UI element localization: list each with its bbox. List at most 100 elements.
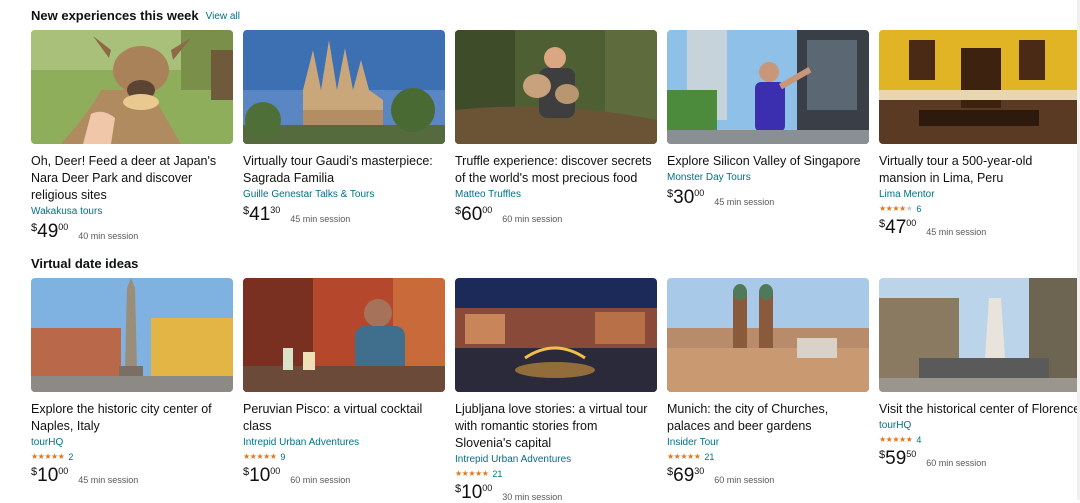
card-title[interactable]: Munich: the city of Churches, palaces an… — [667, 401, 869, 435]
price-fraction: 00 — [58, 466, 69, 476]
experience-card: Virtually tour a 500-year-old mansion in… — [879, 30, 1080, 242]
lima-mansion-photo[interactable] — [879, 30, 1080, 144]
star-rating[interactable]: ★★★★★ 2 — [31, 450, 233, 463]
review-count[interactable]: 9 — [280, 452, 285, 462]
vendor-link[interactable]: Guille Genestar Talks & Tours — [243, 188, 445, 202]
card-title[interactable]: Peruvian Pisco: a virtual cocktail class — [243, 401, 445, 435]
vendor-link[interactable]: Intrepid Urban Adventures — [243, 436, 445, 450]
experience-card: Truffle experience: discover secrets of … — [455, 30, 657, 242]
card-title[interactable]: Ljubljana love stories: a virtual tour w… — [455, 401, 657, 452]
price-fraction: 00 — [906, 218, 917, 228]
review-count[interactable]: 4 — [916, 435, 921, 445]
experience-card: Explore the historic city center of Napl… — [31, 278, 233, 503]
view-all-link[interactable]: View all — [206, 11, 240, 22]
price: $ 47 00 45 min session — [879, 216, 1080, 238]
price-fraction: 00 — [482, 483, 493, 493]
price-whole: 49 — [37, 221, 59, 242]
price: $ 69 30 60 min session — [667, 464, 869, 486]
price: $ 49 00 40 min session — [31, 220, 233, 242]
price-whole: 10 — [37, 465, 59, 486]
review-count[interactable]: 21 — [492, 469, 502, 479]
deer-feeding-photo[interactable] — [31, 30, 233, 144]
price-whole: 10 — [461, 482, 483, 503]
card-title[interactable]: Explore the historic city center of Napl… — [31, 401, 233, 435]
price-whole: 59 — [885, 448, 907, 469]
card-title[interactable]: Virtually tour a 500-year-old mansion in… — [879, 153, 1080, 187]
card-carousel: Oh, Deer! Feed a deer at Japan's Nara De… — [31, 30, 1080, 242]
session-length: 45 min session — [714, 197, 775, 207]
pisco-bartender-photo[interactable] — [243, 278, 445, 392]
session-length: 60 min session — [290, 475, 351, 485]
session-length: 30 min session — [502, 492, 563, 502]
singapore-guide-photo[interactable] — [667, 30, 869, 144]
star-rating[interactable]: ★★★★★ 21 — [667, 450, 869, 463]
price: $ 10 00 45 min session — [31, 464, 233, 486]
price: $ 59 50 60 min session — [879, 447, 1080, 469]
price-whole: 69 — [673, 465, 695, 486]
price-whole: 60 — [461, 204, 483, 225]
price: $ 30 00 45 min session — [667, 186, 869, 208]
section-new-experiences: New experiences this week View all Oh, D… — [31, 0, 1080, 242]
price-whole: 30 — [673, 187, 695, 208]
vendor-link[interactable]: Monster Day Tours — [667, 171, 869, 185]
price-fraction: 00 — [58, 222, 69, 232]
section-virtual-date-ideas: Virtual date ideas Explore the historic … — [31, 248, 1080, 503]
experience-card: Ljubljana love stories: a virtual tour w… — [455, 278, 657, 503]
ljubljana-night-photo[interactable] — [455, 278, 657, 392]
star-icons: ★★★★★ — [31, 452, 65, 461]
section-header: Virtual date ideas — [31, 248, 1080, 278]
experience-card: Munich: the city of Churches, palaces an… — [667, 278, 869, 503]
munich-skyline-photo[interactable] — [667, 278, 869, 392]
vendor-link[interactable]: Matteo Truffles — [455, 188, 657, 202]
vendor-link[interactable]: tourHQ — [879, 419, 1080, 433]
price: $ 10 00 60 min session — [243, 464, 445, 486]
star-rating[interactable]: ★★★★★ 21 — [455, 467, 657, 480]
price-fraction: 30 — [270, 205, 281, 215]
session-length: 45 min session — [926, 227, 987, 237]
card-carousel: Explore the historic city center of Napl… — [31, 278, 1080, 503]
experience-card: Oh, Deer! Feed a deer at Japan's Nara De… — [31, 30, 233, 242]
florence-fountain-photo[interactable] — [879, 278, 1080, 392]
session-length: 45 min session — [78, 475, 139, 485]
price-fraction: 30 — [694, 466, 705, 476]
vendor-link[interactable]: tourHQ — [31, 436, 233, 450]
vendor-link[interactable]: Intrepid Urban Adventures — [455, 453, 657, 467]
price: $ 60 00 60 min session — [455, 203, 657, 225]
vendor-link[interactable]: Wakakusa tours — [31, 205, 233, 219]
experience-card: Visit the historical center of Florence … — [879, 278, 1080, 503]
star-icons: ★★★★★ — [879, 435, 913, 444]
card-title[interactable]: Virtually tour Gaudi's masterpiece: Sagr… — [243, 153, 445, 187]
section-title: New experiences this week — [31, 7, 199, 23]
experience-card: Peruvian Pisco: a virtual cocktail class… — [243, 278, 445, 503]
star-rating[interactable]: ★★★★★ 9 — [243, 450, 445, 463]
section-title: Virtual date ideas — [31, 255, 139, 271]
review-count[interactable]: 21 — [704, 452, 714, 462]
session-length: 60 min session — [926, 458, 987, 468]
price-fraction: 50 — [906, 449, 917, 459]
experience-card: Explore Silicon Valley of Singapore Mons… — [667, 30, 869, 242]
star-rating[interactable]: ★★★★★ 6 — [879, 202, 1080, 215]
card-title[interactable]: Visit the historical center of Florence — [879, 401, 1080, 418]
star-rating[interactable]: ★★★★★ 4 — [879, 433, 1080, 446]
vendor-link[interactable]: Insider Tour — [667, 436, 869, 450]
price-fraction: 00 — [694, 188, 705, 198]
price-fraction: 00 — [482, 205, 493, 215]
section-header: New experiences this week View all — [31, 0, 1080, 30]
star-icons: ★★★★★ — [667, 452, 701, 461]
price-whole: 47 — [885, 217, 907, 238]
session-length: 60 min session — [714, 475, 775, 485]
star-icons: ★★★★★ — [243, 452, 277, 461]
card-title[interactable]: Oh, Deer! Feed a deer at Japan's Nara De… — [31, 153, 233, 204]
sagrada-familia-photo[interactable] — [243, 30, 445, 144]
price-whole: 41 — [249, 204, 271, 225]
naples-square-photo[interactable] — [31, 278, 233, 392]
session-length: 45 min session — [290, 214, 351, 224]
vendor-link[interactable]: Lima Mentor — [879, 188, 1080, 202]
card-title[interactable]: Explore Silicon Valley of Singapore — [667, 153, 869, 170]
card-title[interactable]: Truffle experience: discover secrets of … — [455, 153, 657, 187]
review-count[interactable]: 2 — [68, 452, 73, 462]
session-length: 40 min session — [78, 231, 139, 241]
star-icons: ★★★★★ — [879, 204, 913, 213]
review-count[interactable]: 6 — [916, 204, 921, 214]
truffle-dog-photo[interactable] — [455, 30, 657, 144]
